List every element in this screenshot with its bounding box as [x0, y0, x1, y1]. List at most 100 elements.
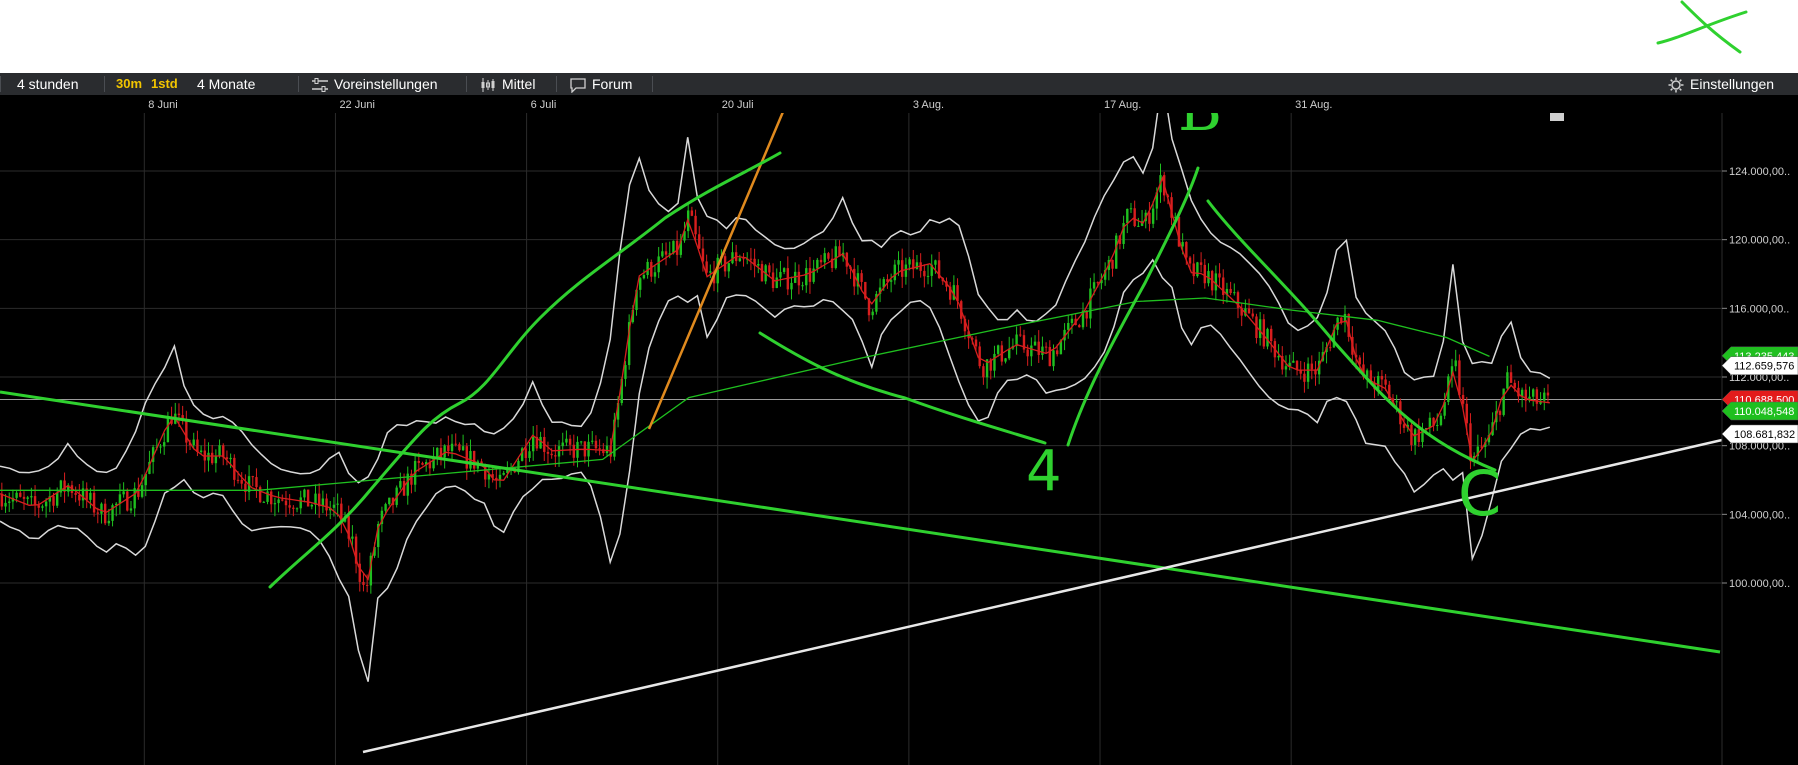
candle-body [96, 512, 99, 514]
candle-body [465, 446, 468, 469]
annotation-c: C [1458, 457, 1501, 530]
candle-body [657, 256, 660, 273]
price-chart[interactable]: B 4 C 124.000,00.. 120.000,00.. 116.000,00… [0, 113, 1798, 765]
candle-body [1284, 366, 1288, 370]
candle-body [1531, 389, 1535, 397]
period-selector[interactable]: 4 stunden [17, 73, 79, 95]
candle-body [978, 346, 981, 367]
candle-body [384, 504, 387, 511]
candle-body [436, 447, 439, 457]
candle-body [325, 498, 328, 511]
x-tick-label: 31 Aug. [1295, 99, 1332, 111]
settings-button[interactable]: Einstellungen [1668, 73, 1774, 95]
range-selector[interactable]: 4 Monate [197, 73, 255, 95]
price-tags: 113.235,443112.659,576110.688,500110.048… [1721, 346, 1798, 444]
candle-body [816, 259, 819, 269]
candle-body [4, 502, 7, 507]
y-tick-label: 104.000,00.. [1729, 509, 1790, 521]
candle-body [103, 503, 107, 524]
candle-body [546, 451, 550, 454]
candle-body [561, 442, 564, 447]
candle-body [923, 270, 926, 277]
candle-body [255, 477, 258, 488]
forum-button[interactable]: Forum [570, 73, 632, 95]
average-button[interactable]: Mittel [480, 73, 535, 95]
candle-body [1111, 259, 1114, 269]
chart-background [0, 113, 1798, 765]
candle-body [1026, 349, 1029, 357]
candle-body [797, 271, 801, 286]
candle-body [52, 496, 55, 506]
candle-body [1292, 360, 1295, 363]
candle-body [775, 277, 778, 289]
candle-body [461, 446, 465, 451]
candle-body [579, 441, 583, 443]
candle-body [742, 258, 745, 260]
candle-body [749, 258, 753, 260]
candle-body [1055, 350, 1059, 355]
candle-body [258, 487, 262, 503]
candle-body [827, 253, 830, 259]
candle-body [1199, 262, 1203, 265]
candle-body [1067, 322, 1070, 330]
candle-body [908, 259, 911, 265]
candle-body [214, 456, 218, 464]
annotation-4: 4 [1026, 439, 1062, 504]
candle-body [30, 496, 33, 498]
candle-body [598, 448, 601, 450]
presets-button[interactable]: Voreinstellungen [312, 73, 438, 95]
candle-body [1089, 288, 1092, 319]
candle-body [41, 506, 44, 508]
candle-body [1402, 424, 1406, 428]
candle-body [1395, 401, 1398, 403]
interval-30m-button[interactable]: 30m [116, 73, 142, 95]
candle-body [1303, 373, 1306, 382]
forum-label: Forum [592, 76, 633, 92]
candle-body [100, 503, 103, 514]
candle-body [557, 446, 561, 457]
candle-body [727, 263, 730, 272]
candle-body [89, 492, 92, 500]
candle-body [210, 452, 214, 464]
candle-body [974, 339, 978, 347]
interval-1std-button[interactable]: 1std [151, 73, 178, 95]
candle-body [37, 505, 40, 508]
candle-body [192, 439, 195, 446]
candle-body [1509, 372, 1513, 383]
candle-body [594, 440, 598, 449]
candle-body [281, 499, 284, 501]
candle-body [19, 492, 22, 497]
candle-body [450, 443, 454, 452]
candle-body [1214, 273, 1218, 291]
candle-body [1115, 235, 1118, 269]
candle-body [1126, 208, 1129, 224]
candle-body [1380, 376, 1384, 380]
x-tick-label: 3 Aug. [913, 99, 944, 111]
candle-body [240, 480, 243, 484]
candle-body [421, 462, 424, 465]
candle-body [982, 366, 985, 378]
candle-body [332, 504, 336, 508]
scroll-marker[interactable] [1550, 113, 1564, 121]
candle-body [897, 260, 900, 265]
price-tag-label: 110.048,548 [1734, 406, 1794, 418]
candle-body [417, 461, 421, 463]
candle-body [26, 497, 29, 499]
candle-body [624, 365, 627, 379]
candle-body [277, 499, 280, 504]
candle-body [1148, 212, 1151, 224]
candle-body [218, 445, 221, 457]
candle-body [738, 258, 742, 262]
candle-body [1151, 208, 1155, 224]
settings-label: Einstellungen [1690, 76, 1775, 92]
candle-body [502, 472, 505, 475]
candle-body [901, 260, 904, 277]
candle-body [819, 259, 823, 263]
average-label: Mittel [502, 76, 536, 92]
candle-body [664, 251, 668, 255]
candle-body [236, 479, 240, 481]
candle-body [1258, 319, 1262, 339]
candle-body [1413, 429, 1417, 445]
sliders-icon [312, 78, 328, 93]
candle-body [122, 491, 125, 495]
